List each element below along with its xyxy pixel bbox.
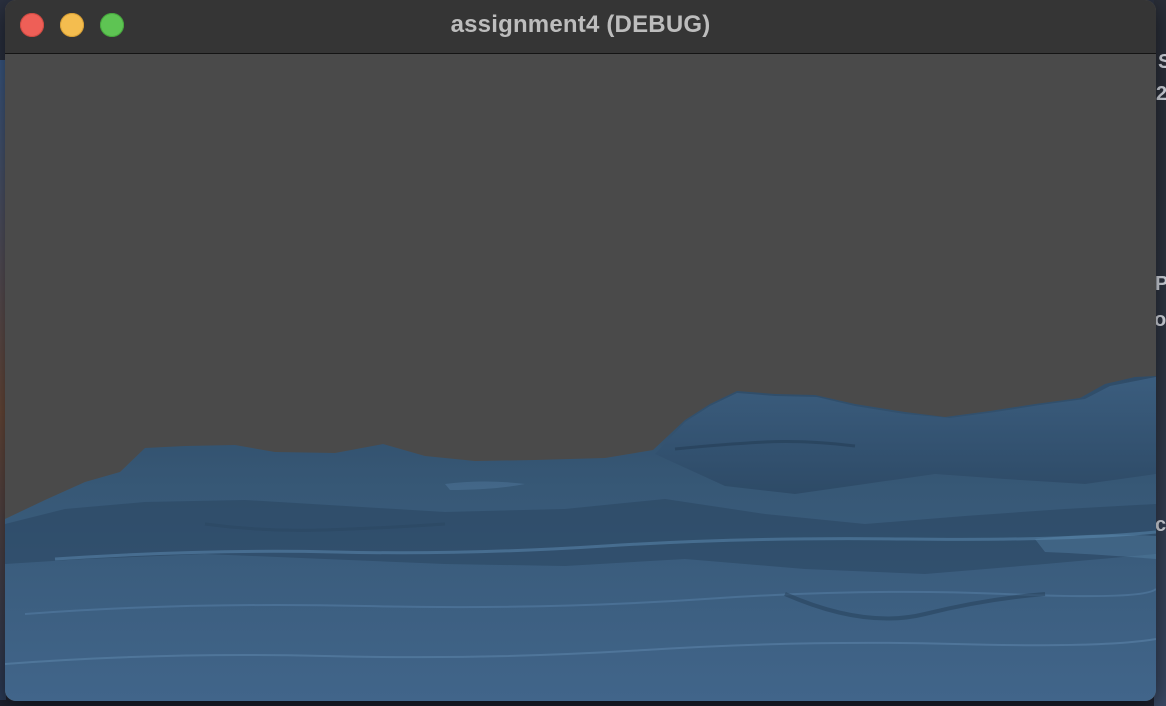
background-text-fragment: S xyxy=(1158,51,1166,73)
background-text-fragment: 2 xyxy=(1156,83,1166,105)
background-text-fragment: P xyxy=(1155,273,1166,295)
title-bar[interactable]: assignment4 (DEBUG) xyxy=(5,0,1156,54)
app-window: assignment4 (DEBUG) xyxy=(5,0,1156,701)
terrain-scene xyxy=(5,54,1156,701)
render-viewport[interactable] xyxy=(5,54,1156,701)
window-title: assignment4 (DEBUG) xyxy=(450,11,711,38)
background-text-fragment: c xyxy=(1155,514,1166,536)
